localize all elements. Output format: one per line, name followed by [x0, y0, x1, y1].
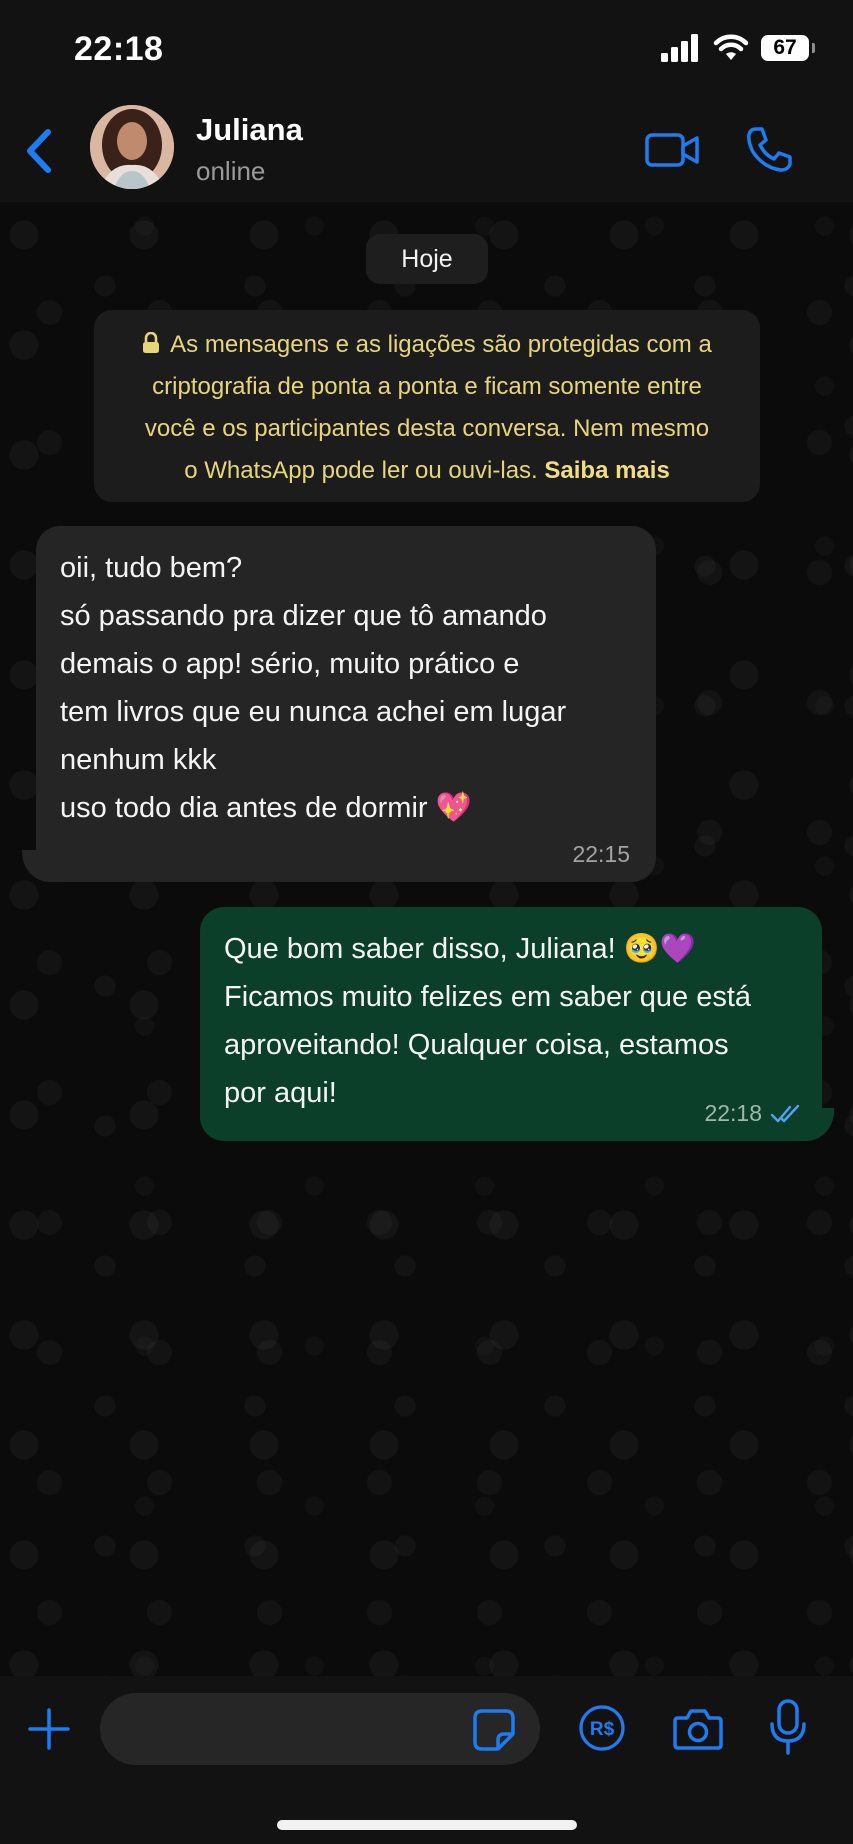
- status-icons: 67: [661, 34, 815, 62]
- status-bar: 22:18 67: [0, 0, 853, 100]
- date-label: Hoje: [401, 244, 453, 273]
- microphone-icon[interactable]: [768, 1698, 808, 1756]
- plus-icon[interactable]: [26, 1706, 72, 1752]
- encryption-notice-text: As mensagens e as ligações são protegida…: [170, 331, 712, 358]
- video-camera-icon[interactable]: [644, 128, 700, 172]
- message-line: nenhum kkk: [60, 744, 217, 776]
- battery-icon: 67: [761, 35, 815, 61]
- message-time: 22:18: [704, 1100, 762, 1126]
- message-line: uso todo dia antes de dormir 💖: [60, 792, 472, 824]
- home-indicator[interactable]: [277, 1820, 577, 1830]
- cellular-signal-icon: [661, 34, 698, 62]
- contact-name[interactable]: Juliana: [196, 112, 303, 148]
- avatar[interactable]: [90, 105, 174, 189]
- message-line: oii, tudo bem?: [60, 552, 243, 584]
- chat-area[interactable]: Hoje As mensagens e as ligações são prot…: [0, 202, 853, 1676]
- input-bar: R$: [0, 1676, 853, 1844]
- encryption-notice-line: As mensagens e as ligações são protegida…: [116, 324, 738, 366]
- payment-label: R$: [590, 1719, 615, 1740]
- double-check-icon: [770, 1104, 800, 1123]
- message-line: só passando pra dizer que tô amando: [60, 600, 547, 632]
- incoming-message[interactable]: oii, tudo bem? só passando pra dizer que…: [36, 526, 656, 882]
- encryption-notice-line: o WhatsApp pode ler ou ouvi-las. Saiba m…: [116, 450, 738, 492]
- wifi-icon: [713, 34, 749, 60]
- message-line: Ficamos muito felizes em saber que está: [224, 981, 752, 1013]
- message-line: demais o app! sério, muito prático e: [60, 648, 520, 680]
- message-line: tem livros que eu nunca achei em lugar: [60, 696, 567, 728]
- sticker-icon[interactable]: [472, 1708, 516, 1752]
- avatar-image: [90, 105, 174, 189]
- status-time: 22:18: [74, 30, 164, 68]
- encryption-notice-text: o WhatsApp pode ler ou ouvi-las.: [184, 457, 538, 484]
- payment-icon[interactable]: R$: [578, 1704, 626, 1752]
- learn-more-link[interactable]: Saiba mais: [544, 457, 669, 484]
- message-line: Que bom saber disso, Juliana! 🥹💜: [224, 933, 696, 965]
- message-line: aproveitando! Qualquer coisa, estamos: [224, 1029, 729, 1061]
- contact-status: online: [196, 156, 266, 186]
- chevron-left-icon[interactable]: [20, 124, 60, 178]
- phone-icon[interactable]: [744, 124, 794, 174]
- encryption-notice[interactable]: As mensagens e as ligações são protegida…: [94, 310, 760, 502]
- chat-header: Juliana online: [0, 100, 853, 202]
- date-chip: Hoje: [366, 234, 488, 284]
- camera-icon[interactable]: [672, 1706, 724, 1752]
- lock-icon: [143, 332, 160, 353]
- battery-level: 67: [773, 36, 797, 59]
- encryption-notice-line: criptografia de ponta a ponta e ficam so…: [152, 373, 702, 400]
- encryption-notice-line: você e os participantes desta conversa. …: [144, 415, 710, 442]
- message-time: 22:15: [572, 841, 630, 867]
- outgoing-message[interactable]: Que bom saber disso, Juliana! 🥹💜 Ficamos…: [200, 907, 822, 1141]
